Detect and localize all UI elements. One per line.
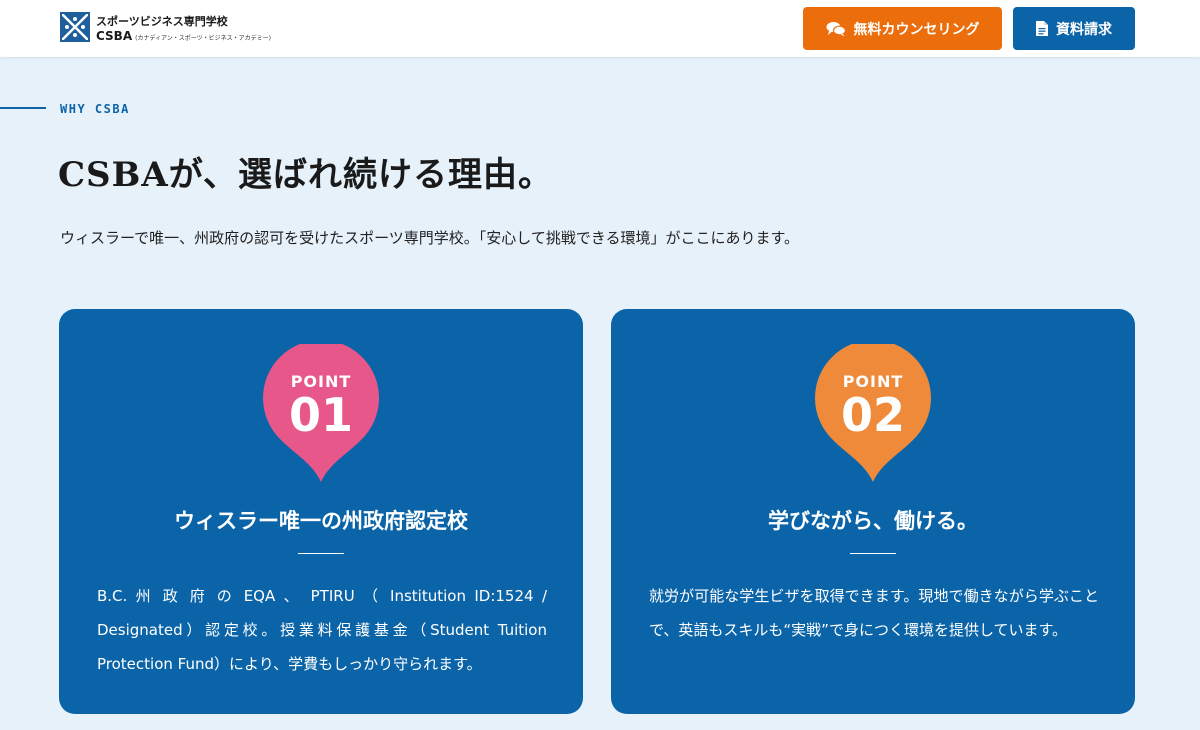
- brand-name-text: CSBA: [96, 29, 133, 43]
- point-card-02: POINT 02 学びながら、働ける。 就労が可能な学生ビザを取得できます。現地…: [611, 309, 1135, 714]
- title-divider: [298, 553, 344, 554]
- point-card-01: POINT 01 ウィスラー唯一の州政府認定校 B.C. 州 政 府 の EQA…: [59, 309, 583, 714]
- point-badge-01: POINT 01: [263, 344, 379, 484]
- chat-bubbles-icon: [826, 21, 846, 37]
- title-divider: [850, 553, 896, 554]
- free-counseling-label: 無料カウンセリング: [853, 21, 980, 38]
- brand-subname: (カナディアン・スポーツ・ビジネス・アカデミー): [135, 35, 272, 42]
- point-badge-02: POINT 02: [815, 344, 931, 484]
- brand-tagline: スポーツビジネス専門学校: [96, 15, 228, 28]
- section-lead: ウィスラーで唯一、州政府の認可を受けたスポーツ専門学校。「安心して挑戦できる環境…: [60, 229, 800, 247]
- document-icon: [1036, 21, 1048, 36]
- point-title: 学びながら、働ける。: [768, 508, 978, 533]
- point-body: 就労が可能な学生ビザを取得できます。現地で働きながら学ぶことで、英語もスキルも“…: [649, 587, 1099, 639]
- point-body: B.C. 州 政 府 の EQA 、 PTIRU （ Institution I…: [97, 587, 547, 673]
- point-badge-number: 01: [288, 388, 353, 442]
- section-label: WHY CSBA: [60, 102, 130, 116]
- point-title: ウィスラー唯一の州政府認定校: [174, 508, 468, 533]
- brand-name: CSBA (カナディアン・スポーツ・ビジネス・アカデミー): [96, 29, 271, 43]
- section-heading: CSBAが、選ばれ続ける理由。: [58, 155, 554, 195]
- section-label-rule: [0, 107, 46, 109]
- request-documents-label: 資料請求: [1056, 21, 1112, 38]
- csba-logo[interactable]: [60, 12, 90, 42]
- free-counseling-button[interactable]: 無料カウンセリング: [803, 7, 1002, 50]
- point-badge-number: 02: [840, 388, 905, 442]
- request-documents-button[interactable]: 資料請求: [1013, 7, 1135, 50]
- site-header: スポーツビジネス専門学校 CSBA (カナディアン・スポーツ・ビジネス・アカデミー…: [0, 0, 1200, 57]
